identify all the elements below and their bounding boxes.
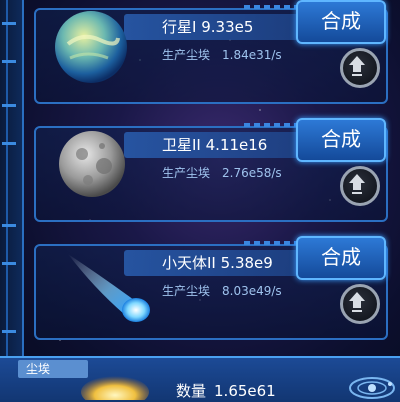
upgrade-button[interactable] bbox=[334, 280, 382, 324]
upgrade-button[interactable] bbox=[334, 162, 382, 206]
moon-card: 卫星II 4.11e16 生产尘埃 2.76e58/s 合成 bbox=[34, 118, 390, 222]
production-rate: 2.76e58/s bbox=[222, 166, 282, 180]
synthesize-button[interactable]: 合成 bbox=[296, 0, 386, 44]
comet-card: 小天体II 5.38e9 生产尘埃 8.03e49/s 合成 bbox=[34, 236, 390, 340]
production-line: 生产尘埃 1.84e31/s bbox=[162, 46, 282, 63]
production-line: 生产尘埃 2.76e58/s bbox=[162, 164, 282, 181]
rail-tick bbox=[2, 104, 16, 107]
synthesize-button[interactable]: 合成 bbox=[296, 118, 386, 162]
rail-tick bbox=[2, 224, 16, 227]
quantity-label: 数量 bbox=[176, 382, 207, 400]
production-label: 生产尘埃 bbox=[162, 48, 211, 62]
rail-tick bbox=[2, 22, 16, 25]
unit-name: 卫星II bbox=[162, 136, 201, 154]
comet-icon bbox=[68, 254, 150, 322]
production-rate: 1.84e31/s bbox=[222, 48, 282, 62]
quantity-value: 1.65e61 bbox=[214, 382, 276, 400]
production-label: 生产尘埃 bbox=[162, 166, 211, 180]
upgrade-arrow-icon bbox=[349, 174, 365, 194]
rail-tick bbox=[2, 142, 16, 145]
dust-label: 尘埃 bbox=[18, 360, 88, 378]
unit-count: 4.11e16 bbox=[205, 136, 268, 154]
production-label: 生产尘埃 bbox=[162, 284, 211, 298]
unit-count: 9.33e5 bbox=[201, 18, 254, 36]
unit-name: 小天体II bbox=[162, 254, 216, 272]
left-rail bbox=[0, 0, 24, 400]
upgrade-arrow-icon bbox=[349, 292, 365, 312]
moon-icon bbox=[59, 131, 125, 197]
synthesize-button[interactable]: 合成 bbox=[296, 236, 386, 280]
planet-card: 行星I 9.33e5 生产尘埃 1.84e31/s 合成 bbox=[34, 0, 390, 104]
upgrade-button[interactable] bbox=[334, 44, 382, 88]
rail-tick bbox=[2, 330, 16, 333]
production-rate: 8.03e49/s bbox=[222, 284, 282, 298]
rail-tick bbox=[2, 262, 16, 265]
dust-icon bbox=[81, 376, 149, 400]
upgrade-arrow-icon bbox=[349, 56, 365, 76]
planet-icon bbox=[55, 11, 127, 83]
production-line: 生产尘埃 8.03e49/s bbox=[162, 282, 282, 299]
dust-quantity: 数量 1.65e61 bbox=[176, 380, 276, 401]
unit-name: 行星I bbox=[162, 18, 197, 36]
rail-tick bbox=[2, 60, 16, 63]
orbit-icon[interactable] bbox=[344, 366, 396, 400]
unit-count: 5.38e9 bbox=[220, 254, 273, 272]
